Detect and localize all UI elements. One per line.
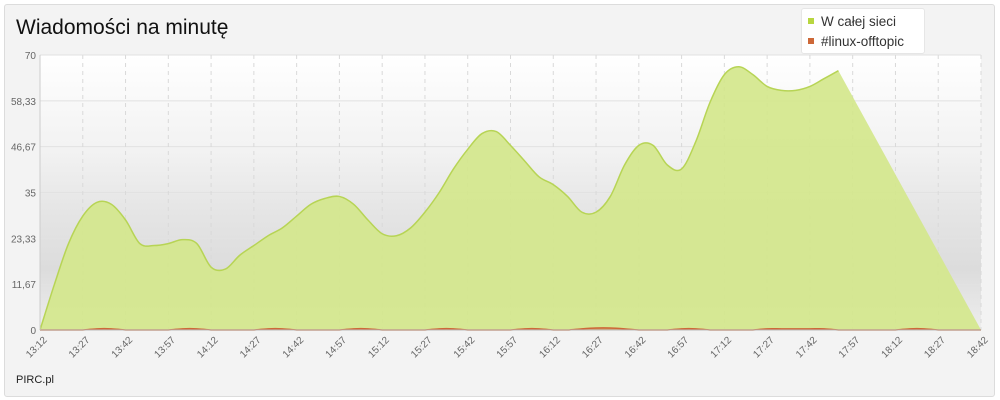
legend-item-w-calej-sieci[interactable]: W całej sieci xyxy=(808,11,896,31)
y-tick-label: 11,67 xyxy=(12,280,37,291)
x-tick-label: 17:12 xyxy=(709,335,735,361)
x-tick-label: 16:12 xyxy=(537,335,563,361)
x-tick-label: 14:57 xyxy=(324,335,350,361)
x-tick-label: 14:12 xyxy=(195,335,221,361)
x-tick-label: 14:42 xyxy=(281,335,307,361)
x-tick-label: 16:27 xyxy=(580,335,606,361)
legend-item-linux-offtopic[interactable]: #linux-offtopic xyxy=(808,31,904,51)
x-tick-label: 13:12 xyxy=(24,335,50,361)
x-tick-label: 18:27 xyxy=(922,335,948,361)
x-tick-label: 16:57 xyxy=(666,335,692,361)
y-tick-label: 23,33 xyxy=(11,234,36,245)
y-tick-label: 35 xyxy=(25,189,37,200)
x-tick-label: 14:27 xyxy=(238,335,264,361)
x-tick-label: 13:57 xyxy=(152,335,178,361)
legend[interactable]: W całej sieci #linux-offtopic xyxy=(801,8,925,54)
y-tick-label: 58,33 xyxy=(11,97,36,108)
x-tick-label: 17:57 xyxy=(837,335,863,361)
legend-label: W całej sieci xyxy=(821,13,897,29)
x-tick-label: 17:27 xyxy=(751,335,777,361)
x-tick-label: 15:57 xyxy=(495,335,521,361)
legend-marker-icon xyxy=(808,18,814,24)
legend-label: #linux-offtopic xyxy=(821,33,905,49)
x-tick-label: 18:12 xyxy=(880,335,906,361)
x-tick-label: 18:42 xyxy=(965,335,991,361)
chart-title: Wiadomości na minutę xyxy=(16,16,229,39)
x-tick-label: 16:42 xyxy=(623,335,649,361)
y-tick-label: 46,67 xyxy=(11,143,36,154)
area-chart: 0 11,67 23,33 35 46,67 58,33 70 13:12 13:27 13:42… xyxy=(11,51,991,361)
x-tick-label: 15:27 xyxy=(409,335,435,361)
x-tick-label: 15:42 xyxy=(452,335,478,361)
x-tick-label: 13:27 xyxy=(67,335,93,361)
x-tick-label: 13:42 xyxy=(110,335,136,361)
y-tick-label: 70 xyxy=(25,51,37,62)
x-tick-label: 15:12 xyxy=(366,335,392,361)
y-tick-label: 0 xyxy=(30,326,36,337)
credit-label: PIRC.pl xyxy=(16,374,54,386)
legend-marker-icon xyxy=(808,38,814,44)
x-tick-label: 17:42 xyxy=(794,335,820,361)
